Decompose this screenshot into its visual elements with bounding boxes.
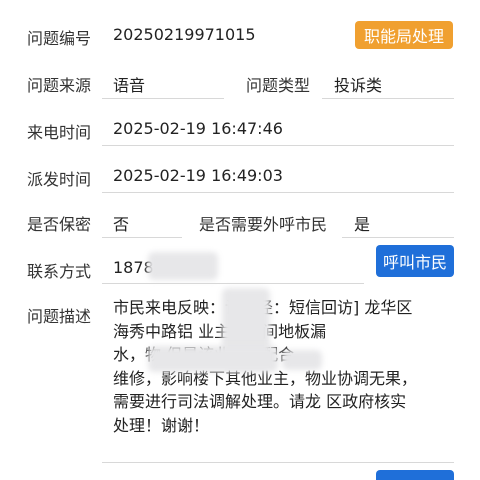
description-line: 市民来电反映：访途径：短信回访] 龙华区 [113, 298, 413, 317]
dispatch-time-label: 派发时间 [27, 170, 92, 189]
issue-type-underline [322, 98, 454, 99]
issue-type-label: 问题类型 [246, 76, 311, 95]
call-time-label: 来电时间 [27, 123, 92, 142]
callback-label: 是否需要外呼市民 [199, 215, 328, 234]
confidential-underline [102, 237, 182, 238]
description-line: 需要进行司法调解处理。请龙 区政府核实 [113, 392, 407, 411]
dept-handle-button[interactable]: 职能局处理 [355, 21, 453, 49]
contact-underline [102, 283, 364, 284]
confidential-label: 是否保密 [27, 215, 92, 234]
call-time-underline [102, 145, 454, 146]
call-citizen-button[interactable]: 呼叫市民 [376, 245, 454, 277]
description-label: 问题描述 [27, 307, 92, 326]
callback-value: 是 [354, 215, 371, 234]
description-redaction-blur [282, 350, 322, 370]
call-time-value: 2025-02-19 16:47:46 [113, 119, 283, 138]
dispatch-time-underline [102, 192, 454, 193]
issue-source-label: 问题来源 [27, 76, 92, 95]
description-line: 海秀中路铝 业主卫生间地板漏 [113, 321, 327, 341]
issue-number-value: 20250219971015 [113, 25, 256, 44]
confidential-value: 否 [113, 215, 130, 234]
description-redaction-blur [148, 346, 278, 372]
description-line: 处理！谢谢！ [113, 415, 210, 435]
callback-underline [342, 237, 454, 238]
issue-source-underline [102, 98, 224, 99]
contact-redaction-blur [148, 252, 218, 280]
description-underline [102, 462, 454, 463]
bottom-action-button[interactable] [376, 470, 454, 480]
contact-label: 联系方式 [27, 262, 92, 281]
issue-type-value: 投诉类 [334, 76, 383, 95]
dispatch-time-value: 2025-02-19 16:49:03 [113, 166, 283, 185]
issue-source-value: 语音 [113, 76, 146, 95]
issue-number-label: 问题编号 [27, 29, 92, 48]
